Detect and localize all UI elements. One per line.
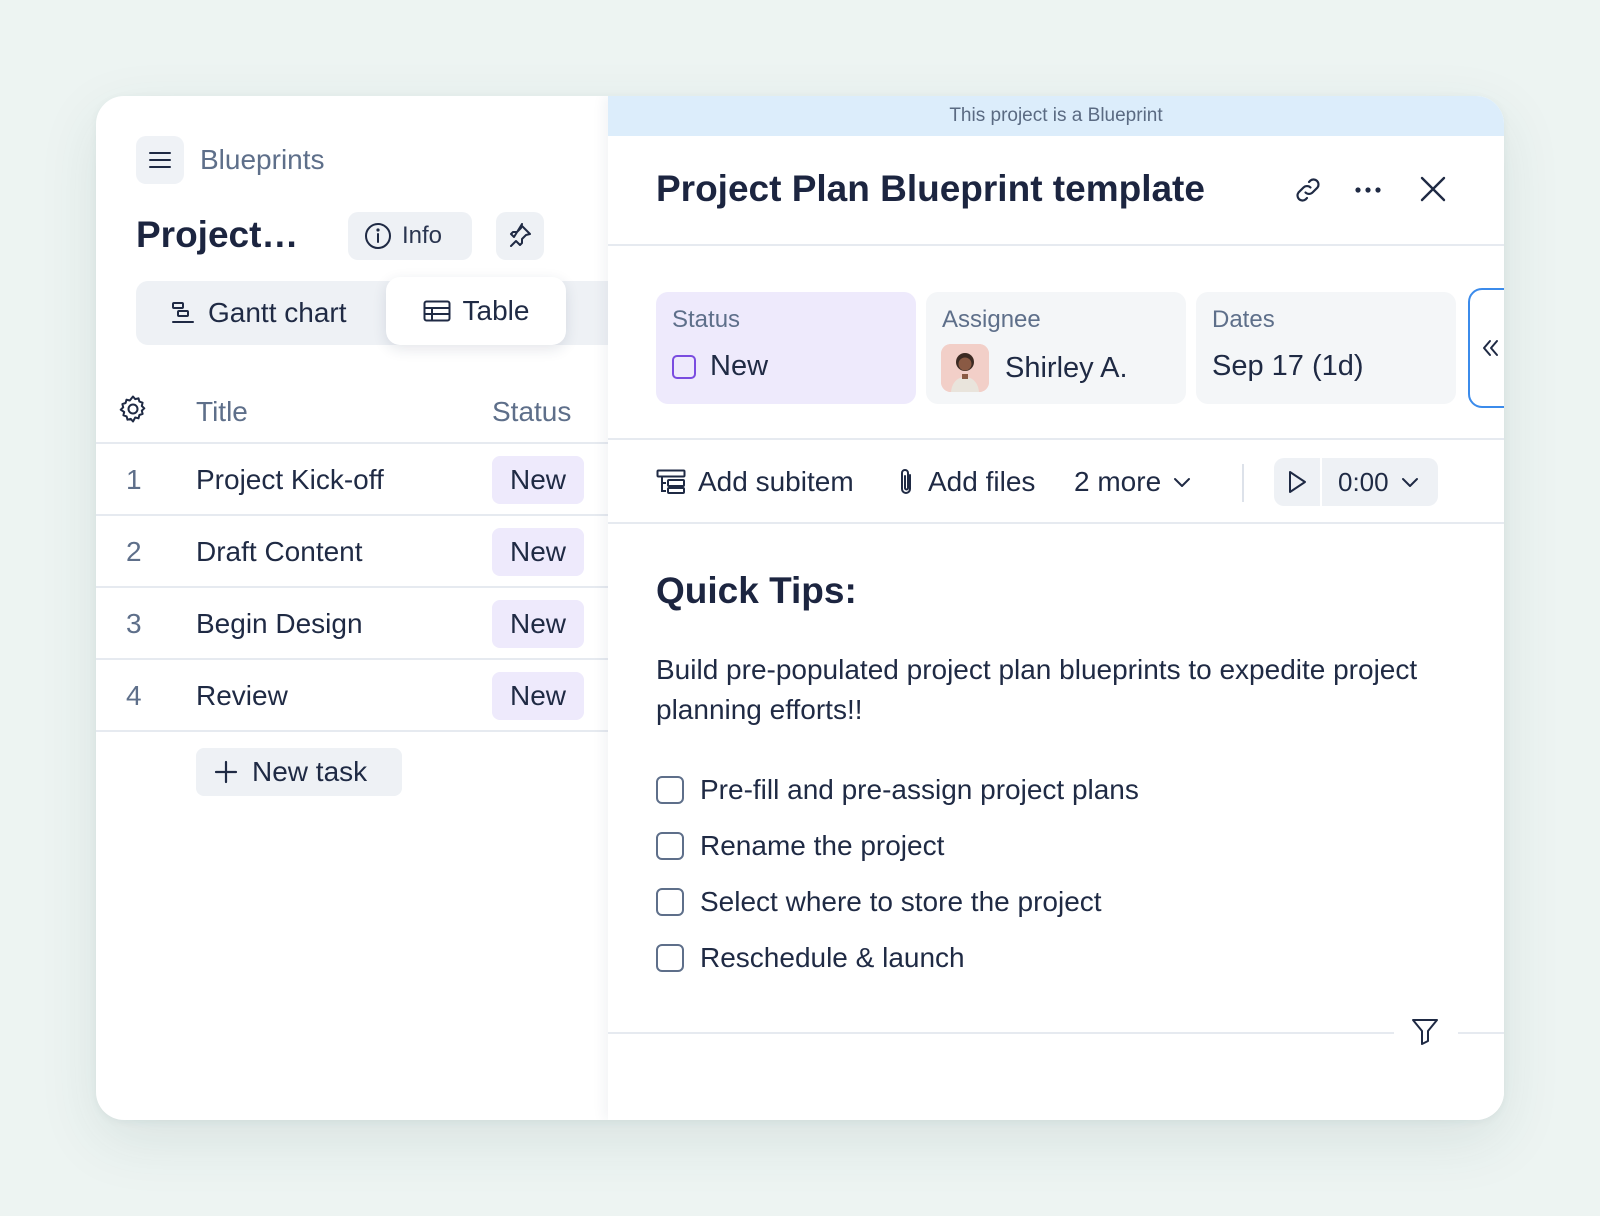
- blueprint-banner: This project is a Blueprint: [608, 96, 1504, 136]
- checklist-item-label: Pre-fill and pre-assign project plans: [700, 774, 1139, 805]
- time-tracker: 0:00: [1274, 458, 1438, 506]
- detail-title[interactable]: Project Plan Blueprint template: [656, 168, 1205, 210]
- checklist: Pre-fill and pre-assign project plans Re…: [656, 762, 1139, 986]
- link-icon[interactable]: [1292, 174, 1324, 206]
- checklist-item: Reschedule & launch: [656, 930, 1139, 986]
- status-checkbox-icon: [672, 354, 696, 379]
- chevron-down-icon: [1174, 478, 1191, 487]
- row-number: 1: [126, 464, 142, 495]
- assignee-field-value: Shirley A.: [1005, 351, 1128, 384]
- status-badge[interactable]: New: [492, 672, 584, 720]
- info-button-label: Info: [402, 222, 443, 249]
- timer-dropdown[interactable]: 0:00: [1338, 467, 1419, 498]
- breadcrumb-label[interactable]: Blueprints: [200, 144, 325, 176]
- tab-table-label: Table: [462, 295, 530, 326]
- checkbox[interactable]: [656, 776, 684, 804]
- chevron-down-icon: [1401, 478, 1418, 487]
- dates-field-label: Dates: [1212, 306, 1275, 333]
- row-number: 4: [126, 680, 142, 711]
- breadcrumb: Blueprints: [136, 136, 325, 184]
- divider: [608, 1032, 1394, 1034]
- column-header-status[interactable]: Status: [492, 396, 571, 428]
- project-pane: Blueprints Project… Info Gantt chart Tab…: [96, 96, 616, 1120]
- status-field[interactable]: Status New: [656, 292, 916, 404]
- checkbox[interactable]: [656, 944, 684, 972]
- expand-fields-button[interactable]: [1468, 288, 1504, 408]
- status-field-label: Status: [672, 306, 741, 333]
- table-row[interactable]: 4 Review New: [96, 660, 608, 732]
- new-task-label: New task: [252, 756, 368, 787]
- checklist-item: Select where to store the project: [656, 874, 1139, 930]
- checklist-item: Rename the project: [656, 818, 1139, 874]
- row-number: 2: [126, 536, 142, 567]
- table-row[interactable]: 2 Draft Content New: [96, 516, 608, 588]
- view-switcher: Gantt chart Table: [136, 277, 616, 345]
- add-subitem-label: Add subitem: [698, 466, 854, 497]
- dates-field[interactable]: Dates Sep 17 (1d): [1196, 292, 1456, 404]
- detail-toolbar: Add subitem Add files 2 more 0:00: [608, 438, 1504, 524]
- more-options-icon[interactable]: [1352, 174, 1384, 206]
- assignee-field-label: Assignee: [942, 306, 1041, 333]
- gear-icon[interactable]: [118, 394, 148, 424]
- info-icon: [365, 223, 391, 249]
- assignee-field[interactable]: Assignee Shirley A.: [926, 292, 1186, 404]
- detail-header: Project Plan Blueprint template: [608, 136, 1504, 246]
- add-files-button[interactable]: Add files: [896, 460, 1035, 504]
- row-title[interactable]: Begin Design: [196, 608, 363, 640]
- table-row[interactable]: 3 Begin Design New: [96, 588, 608, 660]
- tab-gantt-chart[interactable]: Gantt chart: [170, 281, 347, 345]
- status-badge[interactable]: New: [492, 600, 584, 648]
- project-title: Project…: [136, 214, 299, 255]
- pin-button[interactable]: [496, 212, 544, 260]
- row-number: 3: [126, 608, 142, 639]
- menu-button[interactable]: [136, 136, 184, 184]
- play-button[interactable]: [1274, 458, 1322, 506]
- subitem-icon: [656, 469, 686, 494]
- close-icon[interactable]: [1418, 174, 1448, 204]
- column-header-title[interactable]: Title: [196, 396, 248, 428]
- checklist-item: Pre-fill and pre-assign project plans: [656, 762, 1139, 818]
- checklist-item-label: Reschedule & launch: [700, 942, 965, 973]
- status-field-value: New: [710, 350, 769, 382]
- tips-body: Build pre-populated project plan bluepri…: [656, 654, 1418, 725]
- add-files-label: Add files: [928, 466, 1036, 497]
- toolbar-divider: [1242, 464, 1244, 502]
- task-fields: Status New Assignee Shirley A. Dates Sep…: [656, 292, 1504, 404]
- table-header: Title Status: [96, 378, 608, 444]
- double-chevron-left-icon: [1483, 340, 1498, 356]
- add-subitem-button[interactable]: Add subitem: [656, 460, 854, 504]
- app-window: Blueprints Project… Info Gantt chart Tab…: [96, 96, 1504, 1120]
- tab-gantt-label: Gantt chart: [208, 297, 347, 328]
- hamburger-icon: [149, 152, 171, 168]
- row-title[interactable]: Draft Content: [196, 536, 363, 568]
- table-icon: [423, 300, 451, 322]
- timer-value: 0:00: [1338, 466, 1389, 497]
- checkbox[interactable]: [656, 888, 684, 916]
- row-title[interactable]: Project Kick-off: [196, 464, 384, 496]
- checkbox[interactable]: [656, 832, 684, 860]
- table-row[interactable]: 1 Project Kick-off New: [96, 444, 608, 516]
- task-detail-panel: This project is a Blueprint Project Plan…: [608, 96, 1504, 1120]
- tips-heading: Quick Tips:: [656, 570, 857, 611]
- checklist-item-label: Select where to store the project: [700, 886, 1102, 917]
- tab-table[interactable]: Table: [386, 277, 566, 345]
- more-actions-dropdown[interactable]: 2 more: [1074, 460, 1191, 504]
- paperclip-icon: [901, 469, 911, 494]
- row-title[interactable]: Review: [196, 680, 288, 712]
- plus-icon: [214, 760, 238, 784]
- checklist-item-label: Rename the project: [700, 830, 945, 861]
- divider: [1458, 1032, 1504, 1034]
- status-badge[interactable]: New: [492, 528, 584, 576]
- avatar: [941, 344, 989, 392]
- info-button[interactable]: Info: [348, 212, 472, 260]
- pin-icon: [510, 223, 531, 247]
- new-task-button[interactable]: New task: [196, 748, 402, 796]
- dates-field-value: Sep 17 (1d): [1212, 350, 1364, 382]
- gantt-icon: [172, 302, 194, 323]
- more-actions-label: 2 more: [1074, 466, 1162, 497]
- play-icon: [1289, 471, 1306, 493]
- status-badge[interactable]: New: [492, 456, 584, 504]
- filter-icon[interactable]: [1410, 1016, 1440, 1048]
